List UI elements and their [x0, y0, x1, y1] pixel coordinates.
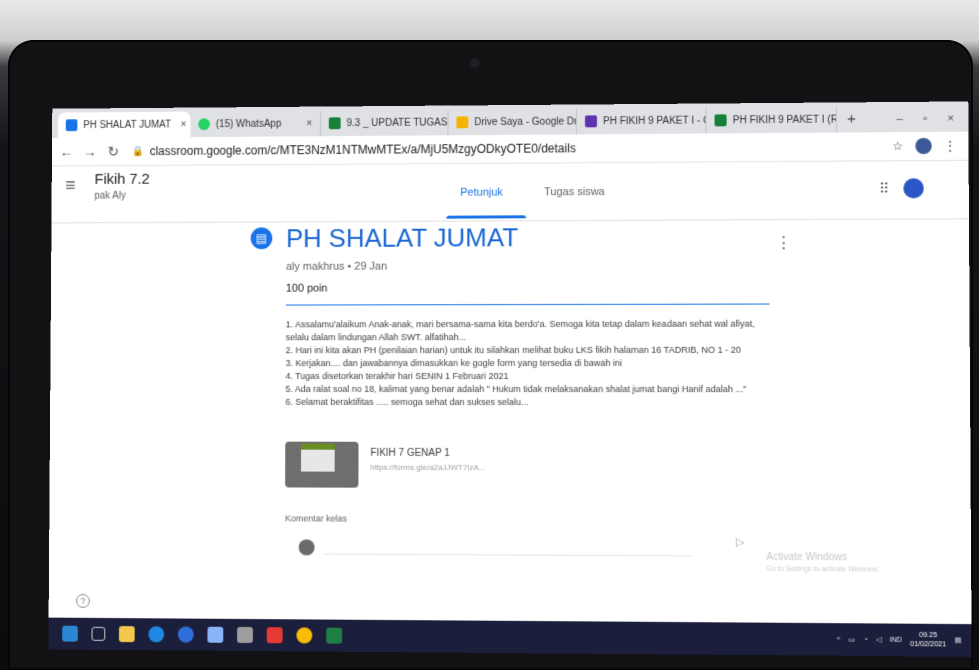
task-view-icon[interactable]	[91, 626, 106, 641]
excel-icon[interactable]	[326, 627, 343, 644]
maximize-icon[interactable]: ▫	[923, 113, 927, 125]
points: 100 poin	[285, 282, 328, 295]
maps-icon[interactable]	[177, 626, 194, 643]
class-comments-label: Komentar kelas	[284, 513, 347, 524]
activate-windows-subtitle: Go to Settings to activate Windows.	[766, 565, 880, 574]
instructions: 1. Assalamu'alaikum Anak-anak, mari bers…	[285, 318, 786, 410]
tab-petunjuk[interactable]: Petunjuk	[460, 187, 503, 199]
assignment-title: PH SHALAT JUMAT	[286, 222, 519, 254]
url-text: classroom.google.com/c/MTE3NzM1NTMwMTEx/…	[149, 141, 576, 159]
classroom-app-bar: ≡ Fikih 7.2 pak Aly Petunjuk Tugas siswa…	[51, 159, 969, 224]
clock-date: 01/02/2021	[910, 641, 947, 649]
tab-label: PH FIKIH 9 PAKET I - G	[603, 114, 707, 127]
windows-icon[interactable]	[62, 625, 78, 642]
sheets-icon	[328, 117, 341, 130]
instruction-line: selalu dalam lindungan Allah SWT. alfati…	[285, 332, 467, 343]
notifications-icon[interactable]: ▤	[954, 636, 961, 644]
forms-icon	[584, 115, 598, 128]
instruction-line: 1. Assalamu'alaikum Anak-anak, mari bers…	[285, 318, 755, 330]
send-icon[interactable]: ▷	[736, 535, 745, 548]
webcam	[470, 58, 480, 68]
language-indicator[interactable]: IND	[890, 636, 902, 643]
chevron-up-icon[interactable]: ^	[837, 636, 840, 643]
author-date: aly makhrus • 29 Jan	[285, 260, 388, 273]
forward-arrow-icon[interactable]: →	[81, 144, 99, 160]
sheets-icon	[714, 114, 727, 127]
url-field[interactable]: 🔒 classroom.google.com/c/MTE3NzM1NTMwMTE…	[132, 141, 576, 158]
attachment-text: FIKIH 7 GENAP 1 https://forms.gle/a2aJJW…	[370, 442, 485, 488]
comment-input[interactable]	[324, 541, 692, 557]
instruction-line: 6. Selamat beraktifitas ..... semoga seh…	[285, 396, 529, 408]
address-bar-actions: ☆ ⋮	[892, 137, 968, 155]
browser-tab-sheets-2[interactable]: PH FIKIH 9 PAKET I (Re ×	[706, 106, 837, 134]
attachment-url: https://forms.gle/a2aJJWT7IzA...	[370, 462, 486, 473]
tab-label: PH FIKIH 9 PAKET I (Re	[732, 113, 837, 126]
drive-icon	[456, 116, 469, 129]
thumbnail-page	[300, 449, 335, 472]
close-window-icon[interactable]: ×	[947, 113, 954, 125]
photos-icon[interactable]	[207, 626, 224, 643]
camera-icon[interactable]	[237, 626, 253, 644]
active-tab-indicator	[446, 215, 527, 219]
browser-menu-icon[interactable]: ⋮	[944, 139, 956, 153]
divider	[285, 303, 770, 306]
attachment-thumbnail	[285, 441, 359, 488]
reload-icon[interactable]: ↻	[104, 143, 122, 160]
tab-label: PH SHALAT JUMAT	[83, 119, 171, 131]
attachment-title: FIKIH 7 GENAP 1	[370, 447, 450, 459]
activate-windows-title: Activate Windows	[766, 551, 847, 564]
browser-tab-classroom[interactable]: PH SHALAT JUMAT ×	[57, 111, 191, 139]
browser-tab-sheets[interactable]: 9.3 _ UPDATE TUGAS 8/ ×	[320, 109, 449, 137]
tab-label: 9.3 _ UPDATE TUGAS 8/	[346, 116, 449, 129]
apps-grid-icon[interactable]: ⠿	[879, 180, 890, 197]
clock[interactable]: 09.25 01/02/2021	[910, 631, 946, 650]
back-arrow-icon[interactable]: ←	[58, 144, 76, 160]
assignment-icon: ▤	[250, 227, 273, 250]
instruction-line: 4. Tugas disetorkan terakhir hari SENIN …	[285, 371, 509, 382]
chrome-icon[interactable]	[296, 627, 313, 644]
bookmark-star-icon[interactable]: ☆	[892, 139, 903, 153]
more-options-icon[interactable]: ⋮	[775, 233, 791, 253]
instruction-line: 5. Ada ralat soal no 18, kalimat yang be…	[285, 383, 747, 395]
browser-tab-drive[interactable]: Drive Saya - Google Dr ×	[448, 108, 578, 136]
store-icon[interactable]	[266, 627, 283, 644]
edge-icon[interactable]	[148, 626, 165, 643]
commenter-avatar	[298, 539, 315, 556]
hamburger-menu-icon[interactable]: ≡	[65, 175, 75, 196]
classroom-icon	[65, 119, 78, 132]
volume-icon[interactable]: ◁	[876, 636, 882, 644]
user-avatar[interactable]	[903, 178, 924, 199]
whatsapp-icon	[198, 118, 211, 131]
minimize-icon[interactable]: –	[896, 113, 902, 125]
file-explorer-icon[interactable]	[118, 626, 135, 643]
browser-tab-forms[interactable]: PH FIKIH 9 PAKET I - G ×	[576, 107, 707, 135]
window-controls: – ▫ ×	[896, 105, 968, 132]
form-attachment[interactable]: FIKIH 7 GENAP 1 https://forms.gle/a2aJJW…	[285, 441, 564, 489]
lock-icon: 🔒	[131, 145, 144, 157]
instruction-line: 3. Kerjakan.... dan jawabannya dimasukka…	[285, 357, 623, 369]
wifi-icon[interactable]: ◔	[863, 636, 867, 643]
close-tab-icon[interactable]: ×	[296, 118, 312, 129]
clock-time: 09.25	[919, 631, 938, 640]
profile-avatar-icon[interactable]	[915, 137, 932, 155]
close-tab-icon[interactable]: ×	[171, 119, 187, 130]
laptop-screen: PH SHALAT JUMAT × (15) WhatsApp × 9.3 _ …	[48, 101, 972, 657]
browser-tab-whatsapp[interactable]: (15) WhatsApp ×	[190, 110, 321, 138]
tab-label: Drive Saya - Google Dr	[474, 115, 578, 128]
system-tray: ^ ▭ ◔ ◁ IND 09.25 01/02/2021 ▤	[837, 630, 972, 649]
tab-tugas-siswa[interactable]: Tugas siswa	[544, 186, 605, 198]
battery-icon[interactable]: ▭	[848, 635, 855, 643]
new-tab-button[interactable]: +	[837, 106, 866, 132]
class-title[interactable]: Fikih 7.2	[94, 171, 149, 188]
class-teacher: pak Aly	[94, 190, 126, 202]
instruction-line: 2. Hari ini kita akan PH (penilaian hari…	[285, 344, 741, 356]
help-icon[interactable]: ?	[76, 593, 90, 608]
tab-label: (15) WhatsApp	[215, 118, 282, 130]
